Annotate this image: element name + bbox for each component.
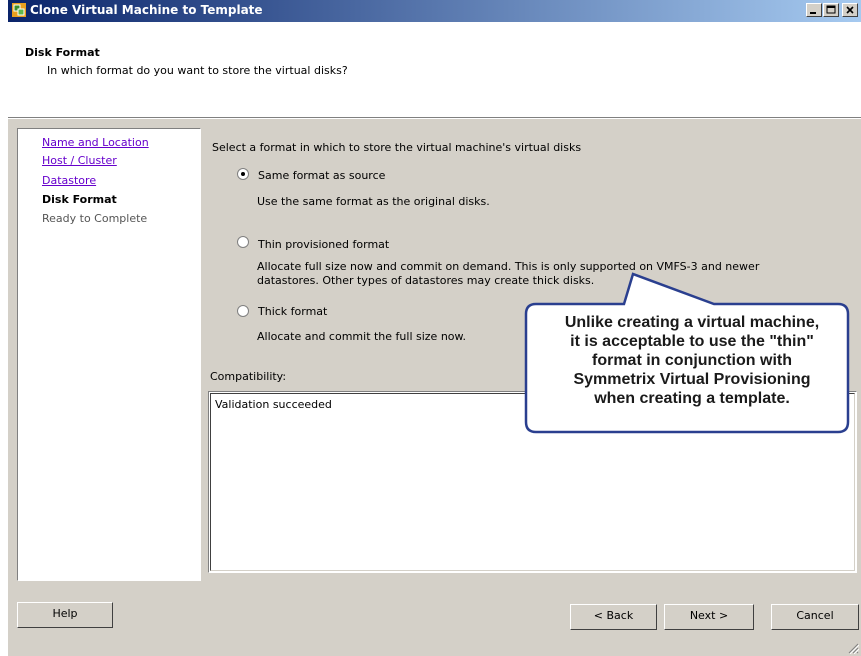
back-button[interactable]: < Back	[570, 604, 657, 630]
minimize-icon	[810, 12, 816, 14]
cancel-button-label: Cancel	[796, 609, 834, 622]
callout-line-1: Unlike creating a virtual machine,	[564, 314, 820, 331]
nav-step-datastore[interactable]: Datastore	[42, 174, 96, 187]
wizard-header: Disk Format In which format do you want …	[8, 22, 861, 118]
wizard-steps-panel: Name and Location Host / Cluster Datasto…	[17, 128, 201, 581]
close-icon	[846, 6, 854, 14]
next-button-label: Next >	[689, 609, 729, 622]
title-bar[interactable]: Clone Virtual Machine to Template	[8, 0, 861, 22]
format-instruction: Select a format in which to store the vi…	[212, 141, 582, 154]
cancel-button[interactable]: Cancel	[771, 604, 859, 630]
callout-text: Unlike creating a virtual machine, it is…	[529, 313, 855, 408]
header-divider	[8, 118, 861, 119]
resize-grip-icon[interactable]	[847, 642, 859, 654]
page-subtitle: In which format do you want to store the…	[47, 64, 348, 77]
minimize-button[interactable]	[806, 3, 822, 17]
maximize-icon	[826, 5, 836, 14]
option-label-same-format[interactable]: Same format as source	[258, 169, 385, 182]
callout-line-4: Symmetrix Virtual Provisioning	[573, 371, 811, 388]
nav-step-disk-format: Disk Format	[42, 193, 117, 206]
compatibility-status: Validation succeeded	[215, 398, 332, 411]
page-title: Disk Format	[25, 46, 100, 59]
next-button[interactable]: Next >	[664, 604, 754, 630]
compatibility-label: Compatibility:	[210, 370, 287, 383]
nav-step-name-and-location[interactable]: Name and Location	[42, 136, 149, 149]
help-button-label: Help	[52, 607, 78, 620]
maximize-button[interactable]	[823, 3, 839, 17]
close-button[interactable]	[842, 3, 858, 17]
vm-app-icon	[12, 3, 26, 17]
window-title: Clone Virtual Machine to Template	[30, 3, 263, 17]
callout-line-5: when creating a template.	[594, 390, 790, 407]
nav-step-ready-to-complete: Ready to Complete	[42, 212, 148, 225]
help-button[interactable]: Help	[17, 602, 113, 628]
option-desc-thick-format: Allocate and commit the full size now.	[257, 330, 467, 343]
option-label-thin-format[interactable]: Thin provisioned format	[258, 238, 389, 251]
radio-thick-format[interactable]	[237, 305, 249, 317]
callout-line-3: format in conjunction with	[592, 352, 792, 369]
dialog-window: Clone Virtual Machine to Template Disk F…	[8, 0, 861, 656]
option-desc-same-format: Use the same format as the original disk…	[257, 195, 490, 208]
nav-step-host-cluster[interactable]: Host / Cluster	[42, 154, 117, 167]
callout-line-2: it is acceptable to use the "thin"	[570, 333, 814, 350]
option-label-thick-format[interactable]: Thick format	[258, 305, 327, 318]
back-button-label: < Back	[593, 609, 634, 622]
radio-thin-format[interactable]	[237, 236, 249, 248]
radio-same-format[interactable]	[237, 168, 249, 180]
